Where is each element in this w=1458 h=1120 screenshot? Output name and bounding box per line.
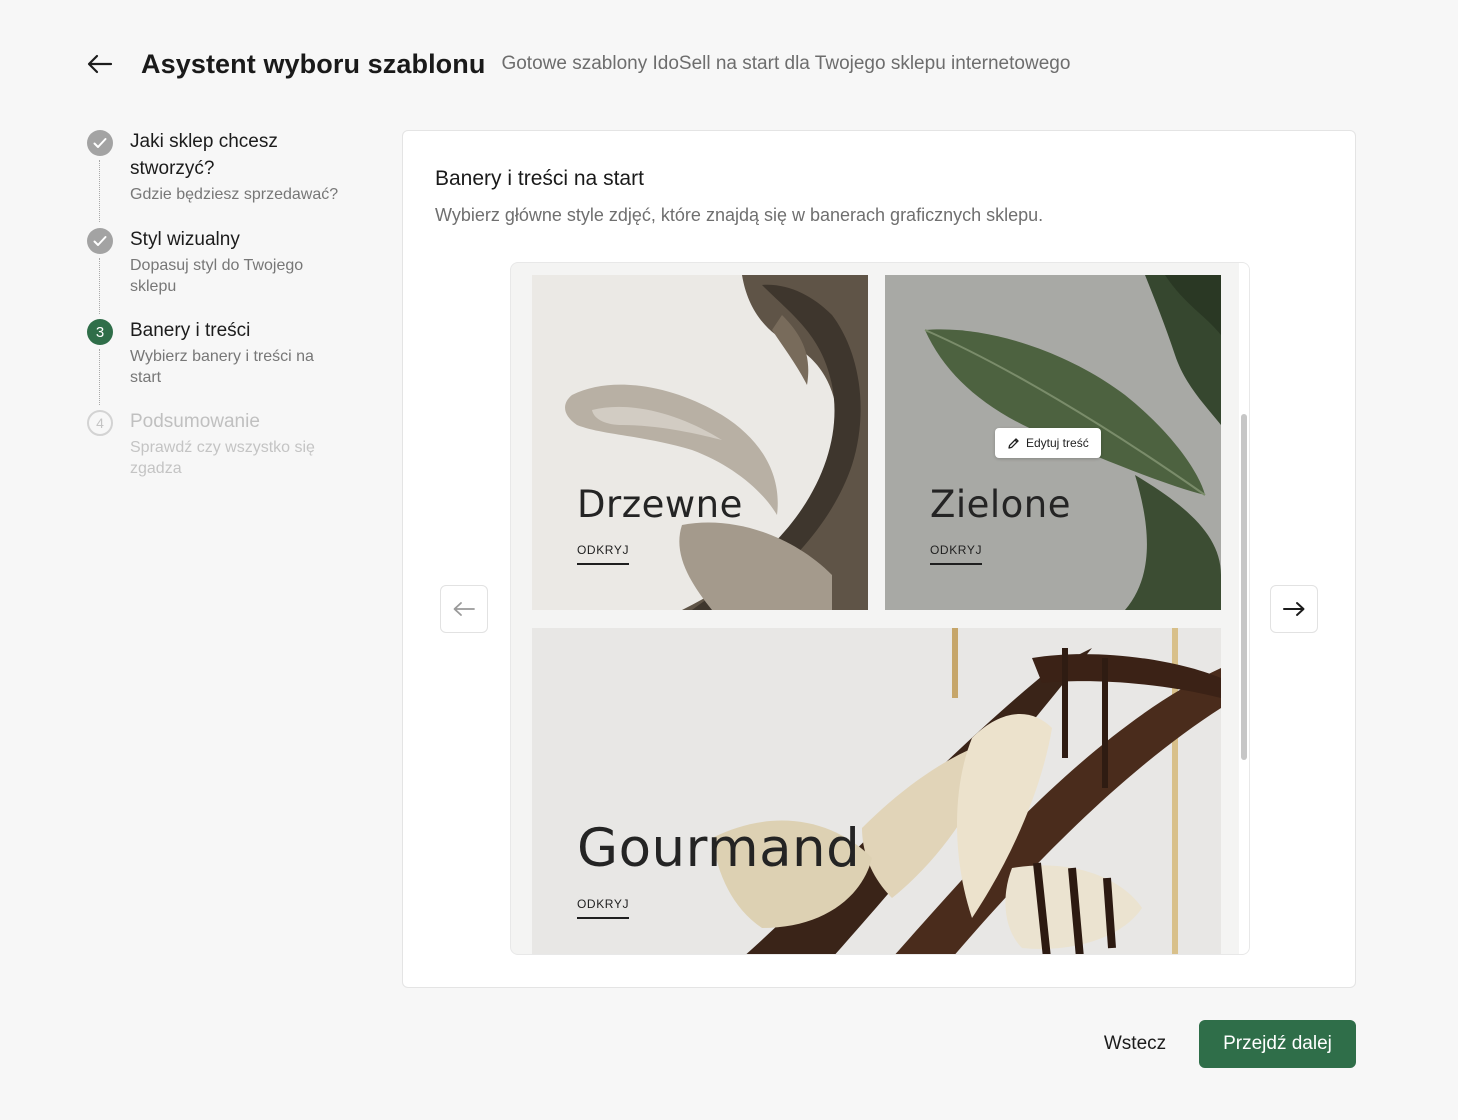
arrow-right-icon (1283, 602, 1305, 616)
banner-title: Gourmand (577, 818, 861, 879)
step-number: 3 (87, 319, 113, 345)
page-subtitle: Gotowe szablony IdoSell na start dla Two… (501, 53, 1071, 74)
banner-drzewne[interactable]: Drzewne ODKRYJ (532, 275, 868, 610)
step-title: Podsumowanie (130, 411, 260, 432)
vanilla-chocolate-image (532, 628, 1221, 954)
banner-cta[interactable]: ODKRYJ (930, 543, 983, 565)
banner-title: Zielone (930, 483, 1072, 526)
pencil-icon (1008, 437, 1019, 449)
step-desc: Sprawdź czy wszystko się zgadza (130, 439, 315, 477)
preview-scrollbar[interactable] (1239, 263, 1249, 954)
edit-content-label: Edytuj treść (1026, 436, 1089, 450)
step-desc: Dopasuj styl do Twojego sklepu (130, 257, 304, 295)
card-description: Wybierz główne style zdjęć, które znajdą… (435, 205, 1044, 225)
scrollbar-thumb[interactable] (1241, 414, 1247, 760)
banner-cta[interactable]: ODKRYJ (577, 543, 630, 565)
arrow-left-icon (453, 602, 475, 616)
carousel-next-button[interactable] (1270, 585, 1318, 633)
page-title: Asystent wyboru szablonu (141, 48, 486, 79)
edit-content-button[interactable]: Edytuj treść (995, 428, 1101, 458)
banner-preview[interactable]: Drzewne ODKRYJ Edytuj treść Zielone ODKR… (510, 262, 1250, 955)
step-connector (99, 258, 100, 314)
banner-title: Drzewne (577, 483, 743, 526)
step-title: Banery i treści (130, 320, 251, 341)
step-connector (99, 160, 100, 222)
next-button[interactable]: Przejdź dalej (1199, 1020, 1356, 1068)
step-title: Jaki sklep chcesz stworzyć? (130, 131, 278, 179)
step-summary: 4 Podsumowanie Sprawdź czy wszystko się … (86, 408, 366, 488)
step-number: 4 (87, 410, 113, 436)
carousel-prev-button[interactable] (440, 585, 488, 633)
step-connector (99, 349, 100, 405)
step-shop-type[interactable]: Jaki sklep chcesz stworzyć? Gdzie będzie… (86, 128, 366, 226)
check-icon (87, 228, 113, 254)
wizard-steps: Jaki sklep chcesz stworzyć? Gdzie będzie… (86, 128, 366, 488)
step-title: Styl wizualny (130, 229, 240, 250)
step-desc: Wybierz banery i treści na start (130, 348, 314, 386)
banner-cta[interactable]: ODKRYJ (577, 897, 630, 919)
header: Asystent wyboru szablonu Gotowe szablony… (86, 44, 1070, 84)
step-banners[interactable]: 3 Banery i treści Wybierz banery i treśc… (86, 317, 366, 408)
check-icon (87, 130, 113, 156)
content-card: Banery i treści na start Wybierz główne … (402, 130, 1356, 988)
banner-gourmand[interactable]: Gourmand ODKRYJ (532, 628, 1221, 954)
banner-zielone[interactable]: Edytuj treść Zielone ODKRYJ (885, 275, 1221, 610)
back-button[interactable]: Wstecz (1090, 1022, 1180, 1066)
back-arrow-icon[interactable] (86, 50, 114, 78)
card-title: Banery i treści na start (435, 167, 644, 190)
step-desc: Gdzie będziesz sprzedawać? (130, 186, 339, 203)
step-visual-style[interactable]: Styl wizualny Dopasuj styl do Twojego sk… (86, 226, 366, 317)
